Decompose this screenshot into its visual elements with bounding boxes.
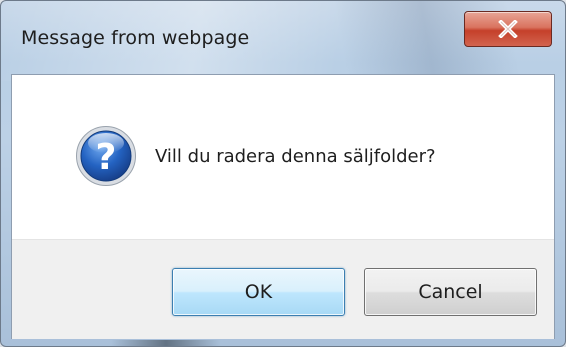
frame-decoration — [111, 340, 221, 346]
close-button[interactable] — [464, 11, 552, 47]
dialog-message: Vill du radera denna säljfolder? — [155, 146, 436, 167]
window-title: Message from webpage — [21, 27, 250, 49]
button-bar: OK Cancel — [12, 239, 554, 339]
svg-text:?: ? — [96, 137, 117, 178]
cancel-button[interactable]: Cancel — [364, 268, 537, 316]
dialog-window: Message from webpage ? Vill du radera de… — [0, 0, 566, 347]
ok-button[interactable]: OK — [172, 268, 345, 316]
close-x-icon — [498, 20, 518, 38]
message-area: ? Vill du radera denna säljfolder? — [12, 75, 554, 239]
question-icon: ? — [76, 126, 136, 186]
dialog-client-area: ? Vill du radera denna säljfolder? OK Ca… — [11, 74, 555, 339]
